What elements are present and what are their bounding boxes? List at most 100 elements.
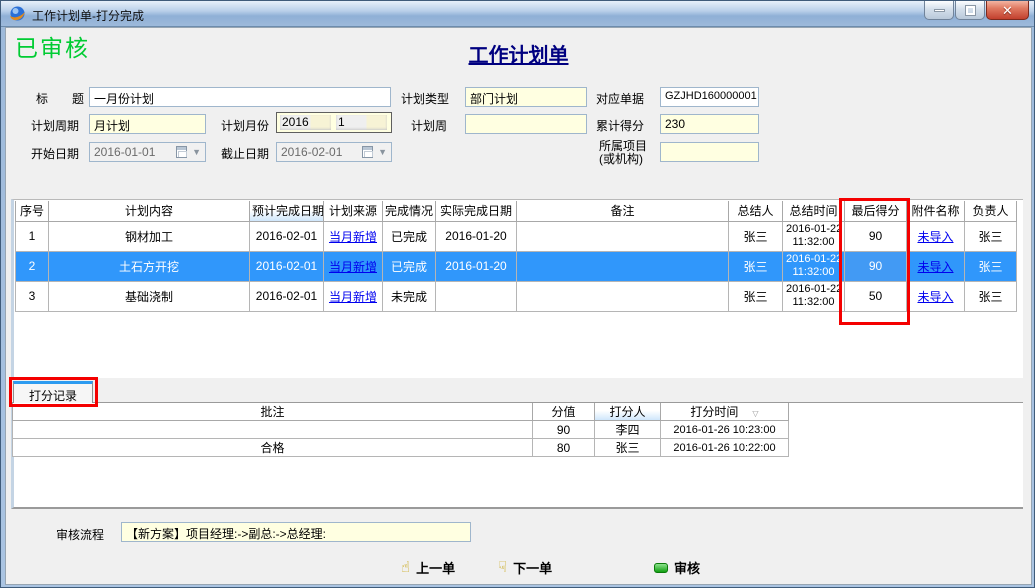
minimize-button[interactable] (924, 1, 954, 20)
col-header-status[interactable]: 完成情况 (383, 201, 436, 221)
cell-summarizer: 张三 (729, 221, 783, 251)
col-header-score[interactable]: 分值 (533, 403, 595, 421)
summary-time: 11:32:00 (792, 266, 834, 278)
attachment-link[interactable]: 未导入 (917, 260, 953, 274)
window-title: 工作计划单-打分完成 (32, 7, 144, 24)
plan-month-spinner[interactable]: 2016 1 (276, 112, 392, 133)
audit-button[interactable]: 审核 (654, 558, 700, 577)
cell-status: 已完成 (383, 221, 436, 251)
cell-remark (517, 221, 729, 251)
col-header-remark[interactable]: 备注 (517, 201, 729, 221)
score-table-header-row: 批注 分值 打分人 打分时间 ▽ (13, 403, 789, 421)
title-label: 标 题 (36, 90, 84, 107)
chevron-down-icon[interactable]: ▼ (192, 147, 201, 157)
attachment-link[interactable]: 未导入 (917, 290, 953, 304)
project-field (660, 142, 759, 162)
title-bar[interactable]: 工作计划单-打分完成 ✕ (1, 1, 1035, 27)
next-doc-button[interactable]: ☟ 下一单 (498, 558, 552, 577)
summary-time: 11:32:00 (792, 236, 834, 248)
cell-scorer: 张三 (595, 439, 661, 457)
end-date-value: 2016-02-01 (281, 145, 342, 159)
year-spinner[interactable]: 2016 (280, 115, 331, 130)
cell-remark (517, 281, 729, 311)
audit-label: 审核 (674, 558, 700, 577)
close-icon: ✕ (1002, 4, 1013, 17)
col-header-source[interactable]: 计划来源 (324, 201, 383, 221)
project-label-line2: (或机构) (599, 150, 643, 167)
cell-actual (436, 281, 517, 311)
doc-no-label: 对应单据 (596, 90, 644, 107)
col-header-expected[interactable]: 预计完成日期 (250, 201, 324, 221)
source-link[interactable]: 当月新增 (329, 290, 377, 304)
minimize-icon (934, 9, 945, 12)
score-time-header-label: 打分时间 (690, 405, 738, 419)
prev-doc-button[interactable]: ☝ 上一单 (401, 558, 455, 577)
close-button[interactable]: ✕ (986, 1, 1029, 20)
plan-type-label: 计划类型 (401, 90, 449, 107)
tab-score-records[interactable]: 打分记录 (13, 381, 93, 403)
score-row[interactable]: 90 李四 2016-01-26 10:23:00 (13, 421, 789, 439)
total-score-field: 230 (660, 114, 759, 134)
col-header-no[interactable]: 序号 (16, 201, 49, 221)
plan-cycle-field: 月计划 (89, 114, 206, 134)
col-header-score-time[interactable]: 打分时间 ▽ (661, 403, 789, 421)
score-row[interactable]: 合格 80 张三 2016-01-26 10:22:00 (13, 439, 789, 457)
plan-table-header-row: 序号 计划内容 预计完成日期 计划来源 完成情况 实际完成日期 备注 总结人 总… (16, 201, 1017, 221)
col-header-summary-time[interactable]: 总结时间 (783, 201, 845, 221)
audit-status-stamp: 已审核 (15, 29, 90, 63)
doc-no-input[interactable]: GZJHD160000001 (660, 87, 759, 107)
summary-date: 2016-01-22 (786, 253, 842, 265)
col-header-summarizer[interactable]: 总结人 (729, 201, 783, 221)
plan-row-selected[interactable]: 2 土石方开挖 2016-02-01 当月新增 已完成 2016-01-20 张… (16, 251, 1017, 281)
title-input[interactable]: 一月份计划 (89, 87, 391, 107)
cell-score-time: 2016-01-26 10:22:00 (661, 439, 789, 457)
start-date-picker[interactable]: 2016-01-01 ▼ (89, 142, 206, 162)
total-score-label: 累计得分 (596, 117, 644, 134)
cell-expected: 2016-02-01 (250, 221, 324, 251)
window-controls: ✕ (923, 1, 1029, 20)
cell-score: 80 (533, 439, 595, 457)
chevron-down-icon[interactable]: ▼ (378, 147, 387, 157)
cell-final-score: 90 (845, 221, 907, 251)
plan-row[interactable]: 1 钢材加工 2016-02-01 当月新增 已完成 2016-01-20 张三… (16, 221, 1017, 251)
app-icon (9, 5, 26, 22)
plan-row[interactable]: 3 基础浇制 2016-02-01 当月新增 未完成 张三 2016-01-22… (16, 281, 1017, 311)
cell-summarizer: 张三 (729, 281, 783, 311)
cell-final-score: 50 (845, 281, 907, 311)
cell-actual: 2016-01-20 (436, 251, 517, 281)
flow-label: 审核流程 (56, 526, 104, 543)
cell-summarizer: 张三 (729, 251, 783, 281)
hand-up-icon: ☝ (401, 560, 410, 575)
cell-actual: 2016-01-20 (436, 221, 517, 251)
score-table: 批注 分值 打分人 打分时间 ▽ 90 李四 2016-01-26 10:23:0… (12, 403, 789, 457)
cell-summary-time: 2016-01-2211:32:00 (783, 251, 845, 281)
summary-time: 11:32:00 (792, 296, 834, 308)
end-date-label: 截止日期 (221, 145, 269, 162)
plan-cycle-label: 计划周期 (31, 117, 79, 134)
start-date-label: 开始日期 (31, 145, 79, 162)
window: 工作计划单-打分完成 ✕ 已审核 工作计划单 标 题 一月份计划 计划类型 部门… (0, 0, 1035, 588)
plan-week-field (465, 114, 587, 134)
source-link[interactable]: 当月新增 (329, 260, 377, 274)
audit-icon (654, 563, 668, 573)
col-header-owner[interactable]: 负责人 (965, 201, 1017, 221)
end-date-picker[interactable]: 2016-02-01 ▼ (276, 142, 392, 162)
cell-expected: 2016-02-01 (250, 281, 324, 311)
summary-date: 2016-01-22 (786, 223, 842, 235)
attachment-link[interactable]: 未导入 (917, 230, 953, 244)
col-header-attachment[interactable]: 附件名称 (907, 201, 965, 221)
cell-comment: 合格 (13, 439, 533, 457)
col-header-comment[interactable]: 批注 (13, 403, 533, 421)
source-link[interactable]: 当月新增 (329, 230, 377, 244)
cell-content: 钢材加工 (49, 221, 250, 251)
cell-status: 已完成 (383, 251, 436, 281)
col-header-content[interactable]: 计划内容 (49, 201, 250, 221)
month-spinner[interactable]: 1 (336, 115, 387, 130)
col-header-scorer[interactable]: 打分人 (595, 403, 661, 421)
form-title: 工作计划单 (401, 39, 636, 68)
col-header-actual[interactable]: 实际完成日期 (436, 201, 517, 221)
col-header-final-score[interactable]: 最后得分 (845, 201, 907, 221)
sort-indicator-icon[interactable]: ▽ (752, 409, 758, 418)
maximize-button[interactable] (955, 1, 985, 20)
cell-summary-time: 2016-01-2211:32:00 (783, 221, 845, 251)
